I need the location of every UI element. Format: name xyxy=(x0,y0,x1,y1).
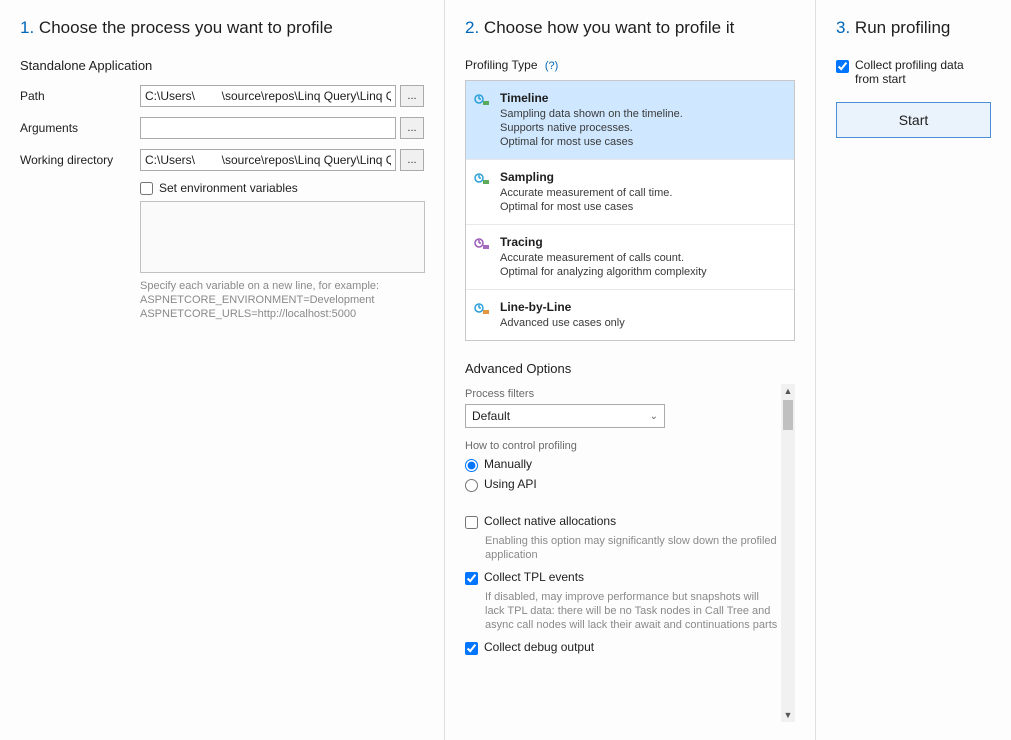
path-input[interactable] xyxy=(140,85,396,107)
collect-from-start-row: Collect profiling data from start xyxy=(836,58,991,86)
control-profiling-label: How to control profiling xyxy=(465,440,781,452)
column-choose-process: 1. Choose the process you want to profil… xyxy=(0,0,445,740)
profiling-type-item[interactable]: Timeline Sampling data shown on the timel… xyxy=(466,81,794,160)
debug-output-checkbox[interactable] xyxy=(465,642,478,655)
native-alloc-desc: Enabling this option may significantly s… xyxy=(485,534,781,562)
column-profile-type: 2. Choose how you want to profile it Pro… xyxy=(445,0,816,740)
heading-1-num: 1. xyxy=(20,18,34,37)
profiling-type-list: Timeline Sampling data shown on the timel… xyxy=(465,80,795,341)
tpl-label: Collect TPL events xyxy=(484,570,584,584)
radio-manually-label: Manually xyxy=(484,457,532,471)
working-directory-input[interactable] xyxy=(140,149,396,171)
line-by-line-icon xyxy=(474,300,490,316)
collect-from-start-label: Collect profiling data from start xyxy=(855,58,991,86)
profiling-type-label: Profiling Type (?) xyxy=(465,58,795,72)
tpl-row: Collect TPL events xyxy=(465,570,781,585)
heading-3-text: Run profiling xyxy=(855,18,950,37)
env-hint-line3: ASPNETCORE_URLS=http://localhost:5000 xyxy=(140,307,425,321)
chevron-down-icon: ⌄ xyxy=(650,411,658,422)
heading-3: 3. Run profiling xyxy=(836,18,991,38)
path-label: Path xyxy=(20,89,140,103)
working-directory-row: Working directory ... xyxy=(20,149,424,171)
profiling-type-desc: Sampling data shown on the timeline.Supp… xyxy=(500,107,782,149)
process-filters-combo[interactable]: Default ⌄ xyxy=(465,404,665,428)
column-run-profiling: 3. Run profiling Collect profiling data … xyxy=(816,0,1011,740)
arguments-input[interactable] xyxy=(140,117,396,139)
timeline-icon xyxy=(474,91,490,107)
collect-from-start-checkbox[interactable] xyxy=(836,60,849,73)
scroll-down-arrow-icon[interactable]: ▼ xyxy=(781,708,795,722)
profiling-type-title: Sampling xyxy=(500,170,782,184)
standalone-app-heading: Standalone Application xyxy=(20,58,424,73)
scroll-up-arrow-icon[interactable]: ▲ xyxy=(781,384,795,398)
env-hint-line2: ASPNETCORE_ENVIRONMENT=Development xyxy=(140,293,425,307)
env-vars-check-label: Set environment variables xyxy=(159,181,298,195)
working-directory-label: Working directory xyxy=(20,153,140,167)
profiling-type-title: Tracing xyxy=(500,235,782,249)
start-button[interactable]: Start xyxy=(836,102,991,138)
profiling-type-desc: Advanced use cases only xyxy=(500,316,782,330)
profiling-type-item[interactable]: Tracing Accurate measurement of calls cou… xyxy=(466,225,794,290)
heading-2: 2. Choose how you want to profile it xyxy=(465,18,795,38)
debug-output-row: Collect debug output xyxy=(465,640,781,655)
env-vars-checkbox[interactable] xyxy=(140,182,153,195)
profiling-type-label-text: Profiling Type xyxy=(465,58,538,72)
path-browse-button[interactable]: ... xyxy=(400,85,424,107)
profiling-type-item[interactable]: Line-by-Line Advanced use cases only xyxy=(466,290,794,340)
radio-api-label: Using API xyxy=(484,477,537,491)
env-hint-line1: Specify each variable on a new line, for… xyxy=(140,279,425,293)
profiling-type-help-icon[interactable]: (?) xyxy=(545,60,558,72)
heading-2-text: Choose how you want to profile it xyxy=(484,18,734,37)
arguments-browse-button[interactable]: ... xyxy=(400,117,424,139)
native-alloc-row: Collect native allocations xyxy=(465,514,781,529)
heading-1: 1. Choose the process you want to profil… xyxy=(20,18,424,38)
tpl-desc: If disabled, may improve performance but… xyxy=(485,590,781,632)
heading-3-num: 3. xyxy=(836,18,850,37)
advanced-options-panel: Process filters Default ⌄ How to control… xyxy=(465,384,795,722)
env-vars-textarea[interactable] xyxy=(140,201,425,273)
profiling-type-desc: Accurate measurement of calls count.Opti… xyxy=(500,251,782,279)
radio-api-row: Using API xyxy=(465,477,781,492)
path-row: Path ... xyxy=(20,85,424,107)
native-alloc-checkbox[interactable] xyxy=(465,516,478,529)
profiling-type-title: Line-by-Line xyxy=(500,300,782,314)
profiling-type-title: Timeline xyxy=(500,91,782,105)
arguments-label: Arguments xyxy=(20,121,140,135)
start-button-label: Start xyxy=(899,112,929,128)
arguments-row: Arguments ... xyxy=(20,117,424,139)
heading-1-text: Choose the process you want to profile xyxy=(39,18,333,37)
scrollbar-thumb[interactable] xyxy=(783,400,793,430)
advanced-options-heading: Advanced Options xyxy=(465,361,795,376)
working-directory-browse-button[interactable]: ... xyxy=(400,149,424,171)
sampling-icon xyxy=(474,170,490,186)
heading-2-num: 2. xyxy=(465,18,479,37)
advanced-scrollbar[interactable]: ▲ ▼ xyxy=(781,384,795,722)
profiling-type-desc: Accurate measurement of call time.Optima… xyxy=(500,186,782,214)
radio-using-api[interactable] xyxy=(465,479,478,492)
radio-manually-row: Manually xyxy=(465,457,781,472)
env-vars-hint: Specify each variable on a new line, for… xyxy=(140,279,425,321)
debug-output-label: Collect debug output xyxy=(484,640,594,654)
radio-manually[interactable] xyxy=(465,459,478,472)
tpl-checkbox[interactable] xyxy=(465,572,478,585)
profiling-type-item[interactable]: Sampling Accurate measurement of call tim… xyxy=(466,160,794,225)
process-filters-value: Default xyxy=(472,409,510,423)
env-vars-check-row: Set environment variables xyxy=(140,181,424,195)
process-filters-label: Process filters xyxy=(465,388,781,400)
tracing-icon xyxy=(474,235,490,251)
native-alloc-label: Collect native allocations xyxy=(484,514,616,528)
